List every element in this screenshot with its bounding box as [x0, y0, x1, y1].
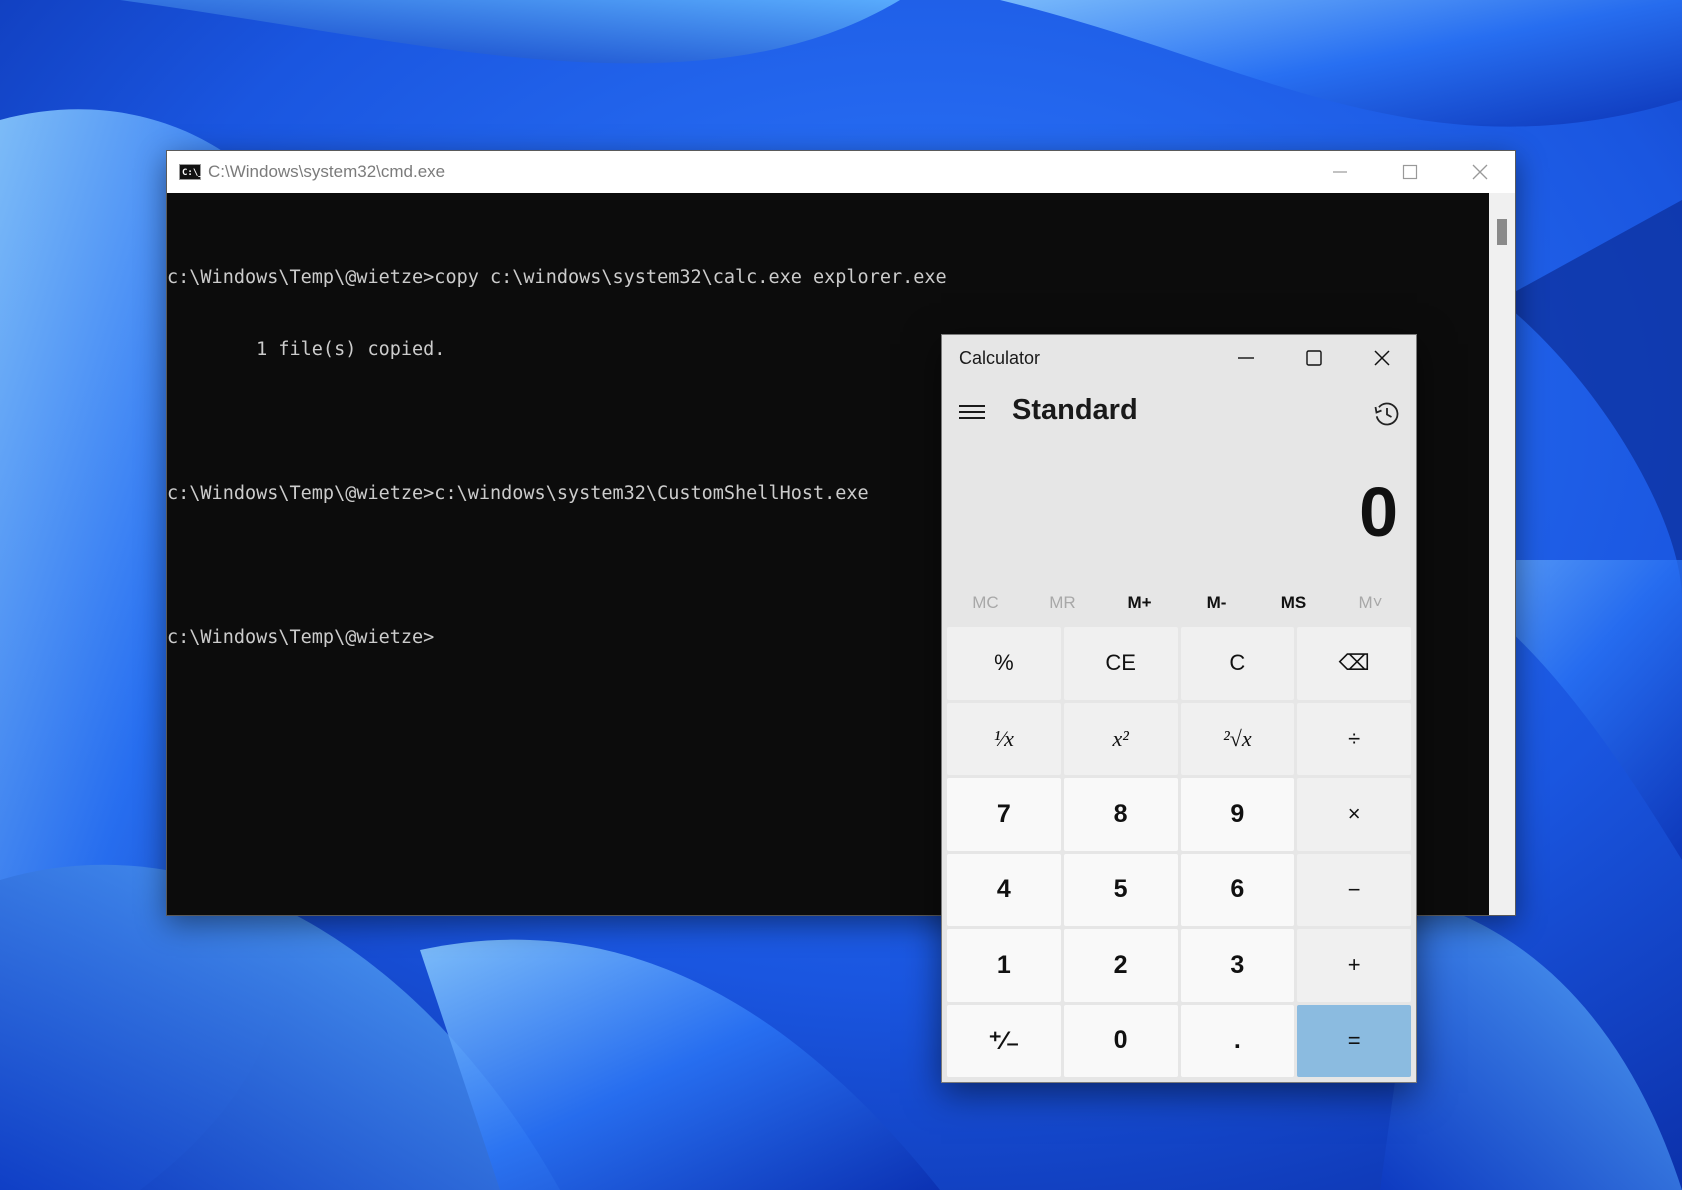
minimize-icon — [1333, 171, 1347, 173]
cmd-app-icon: C:\_ — [179, 164, 204, 180]
calculator-maximize-button[interactable] — [1280, 335, 1348, 381]
close-icon — [1472, 164, 1488, 180]
multiply-button[interactable]: × — [1297, 778, 1411, 851]
calculator-window[interactable]: Calculator Standard 0 MC MR M+ M- MS M˅ % CE C ⌫… — [941, 334, 1417, 1083]
memory-button-5: M˅ — [1358, 593, 1383, 612]
equals-button[interactable]: = — [1297, 1004, 1411, 1077]
backspace-button[interactable]: ⌫ — [1297, 627, 1411, 700]
maximize-icon — [1306, 350, 1322, 366]
calculator-window-title: Calculator — [959, 348, 1041, 368]
calculator-minimize-button[interactable] — [1212, 335, 1280, 381]
digit-6-button[interactable]: 6 — [1180, 853, 1295, 926]
clear-button[interactable]: C — [1180, 627, 1295, 700]
maximize-icon — [1402, 164, 1418, 180]
minimize-icon — [1238, 357, 1254, 359]
memory-button-2[interactable]: M+ — [1101, 585, 1178, 621]
digit-5-button[interactable]: 5 — [1063, 853, 1178, 926]
negate-button[interactable]: ⁺⁄₋ — [947, 1004, 1061, 1077]
digit-3-button[interactable]: 3 — [1180, 929, 1295, 1002]
square-button[interactable]: x² — [1063, 702, 1178, 775]
clear-entry-button[interactable]: CE — [1063, 627, 1178, 700]
memory-button-0: MC — [972, 593, 999, 612]
memory-button-3[interactable]: M- — [1178, 585, 1255, 621]
history-icon[interactable] — [1372, 399, 1402, 429]
cmd-window-title: C:\Windows\system32\cmd.exe — [208, 162, 446, 181]
calculator-titlebar[interactable]: Calculator — [942, 335, 1416, 381]
digit-7-button[interactable]: 7 — [947, 778, 1061, 851]
memory-button-1: MR — [1049, 593, 1076, 612]
divide-button[interactable]: ÷ — [1297, 702, 1411, 775]
percent-button[interactable]: % — [947, 627, 1061, 700]
cmd-line: c:\Windows\Temp\@wietze>copy c:\windows\… — [167, 267, 947, 288]
cmd-scrollbar-thumb[interactable] — [1497, 219, 1507, 245]
calculator-keypad: % CE C ⌫ ¹⁄x x² ²√x ÷ 7 8 9 × 4 5 6− 1 2 3 + ⁺⁄₋ 0. = — [947, 627, 1411, 1077]
digit-9-button[interactable]: 9 — [1180, 778, 1295, 851]
close-icon — [1374, 350, 1390, 366]
decimal-button[interactable]: . — [1180, 1004, 1295, 1077]
cmd-titlebar[interactable]: C:\_ C:\Windows\system32\cmd.exe — [167, 151, 1515, 193]
digit-2-button[interactable]: 2 — [1063, 929, 1178, 1002]
add-button[interactable]: + — [1297, 929, 1411, 1002]
digit-1-button[interactable]: 1 — [947, 929, 1061, 1002]
cmd-scrollbar[interactable] — [1489, 193, 1515, 915]
memory-row: MC MR M+ M- MS M˅ — [947, 585, 1409, 621]
cmd-minimize-button[interactable] — [1305, 151, 1375, 193]
memory-button-4[interactable]: MS — [1255, 585, 1332, 621]
cmd-close-button[interactable] — [1445, 151, 1515, 193]
square-root-button[interactable]: ²√x — [1180, 702, 1295, 775]
cmd-maximize-button[interactable] — [1375, 151, 1445, 193]
navigation-menu-icon[interactable] — [959, 401, 985, 427]
calculator-close-button[interactable] — [1348, 335, 1416, 381]
digit-4-button[interactable]: 4 — [947, 853, 1061, 926]
reciprocal-button[interactable]: ¹⁄x — [947, 702, 1061, 775]
calculator-mode-title: Standard — [1012, 394, 1138, 426]
calculator-display: 0 — [1359, 473, 1398, 551]
digit-0-button[interactable]: 0 — [1063, 1004, 1178, 1077]
digit-8-button[interactable]: 8 — [1063, 778, 1178, 851]
calculator-header: Standard — [942, 385, 1416, 445]
subtract-button[interactable]: − — [1297, 853, 1411, 926]
